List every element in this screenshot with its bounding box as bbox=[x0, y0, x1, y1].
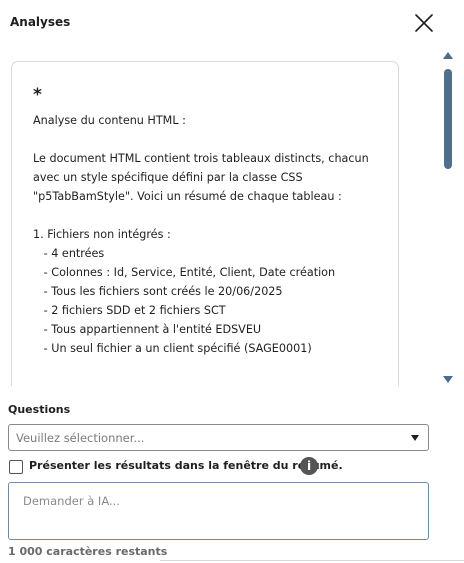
summary-window-checkbox-label[interactable]: Présenter les résultats dans la fenêtre … bbox=[29, 459, 343, 472]
vertical-scrollbar[interactable] bbox=[441, 52, 455, 386]
response-line: Analyse du contenu HTML : bbox=[33, 114, 186, 127]
panel-header: Analyses bbox=[0, 0, 464, 46]
textarea-placeholder: Demander à IA... bbox=[23, 494, 120, 508]
response-line: - 2 fichiers SDD et 2 fichiers SCT bbox=[33, 304, 226, 317]
close-icon bbox=[415, 14, 433, 32]
select-value: Veuillez sélectionner... bbox=[16, 431, 145, 445]
close-button[interactable] bbox=[412, 11, 436, 35]
response-line: avec un style spécifique défini par la c… bbox=[33, 171, 303, 184]
response-line: - Un seul fichier a un client spécifié (… bbox=[33, 342, 312, 355]
response-text: * Analyse du contenu HTML : Le document … bbox=[33, 86, 383, 358]
response-card: * Analyse du contenu HTML : Le document … bbox=[11, 61, 399, 386]
response-line: Le document HTML contient trois tableaux… bbox=[33, 152, 369, 165]
analyses-panel: Analyses * Analyse du contenu HTML : Le … bbox=[0, 0, 464, 563]
scrollbar-thumb[interactable] bbox=[444, 69, 452, 169]
response-line: - Colonnes : Id, Service, Entité, Client… bbox=[33, 266, 336, 279]
response-line: "p5TabBamStyle". Voici un résumé de chaq… bbox=[33, 190, 342, 203]
questions-select[interactable]: Veuillez sélectionner... bbox=[8, 424, 429, 451]
divider bbox=[160, 560, 464, 561]
ask-ai-textarea[interactable]: Demander à IA... bbox=[8, 482, 429, 540]
caret-down-icon bbox=[411, 435, 419, 441]
response-line: - 4 entrées bbox=[33, 247, 105, 260]
response-line: 1. Fichiers non intégrés : bbox=[33, 228, 171, 241]
info-icon[interactable]: i bbox=[300, 457, 318, 475]
triangle-up-icon[interactable] bbox=[443, 52, 453, 59]
summary-window-checkbox[interactable] bbox=[9, 460, 23, 474]
question-form: Questions Veuillez sélectionner... Prése… bbox=[0, 386, 464, 563]
response-scroll-region[interactable]: * Analyse du contenu HTML : Le document … bbox=[0, 46, 464, 386]
response-line: - Tous appartiennent à l'entité EDSVEU bbox=[33, 323, 262, 336]
response-line: - Tous les fichiers sont créés le 20/06/… bbox=[33, 285, 283, 298]
response-line bbox=[33, 206, 383, 225]
response-line: * bbox=[33, 85, 42, 105]
panel-title: Analyses bbox=[10, 15, 71, 29]
characters-remaining: 1 000 caractères restants bbox=[8, 545, 168, 558]
summary-window-option: Présenter les résultats dans la fenêtre … bbox=[8, 457, 448, 477]
response-line bbox=[33, 130, 383, 149]
questions-label: Questions bbox=[8, 403, 71, 416]
triangle-down-icon[interactable] bbox=[443, 376, 453, 383]
